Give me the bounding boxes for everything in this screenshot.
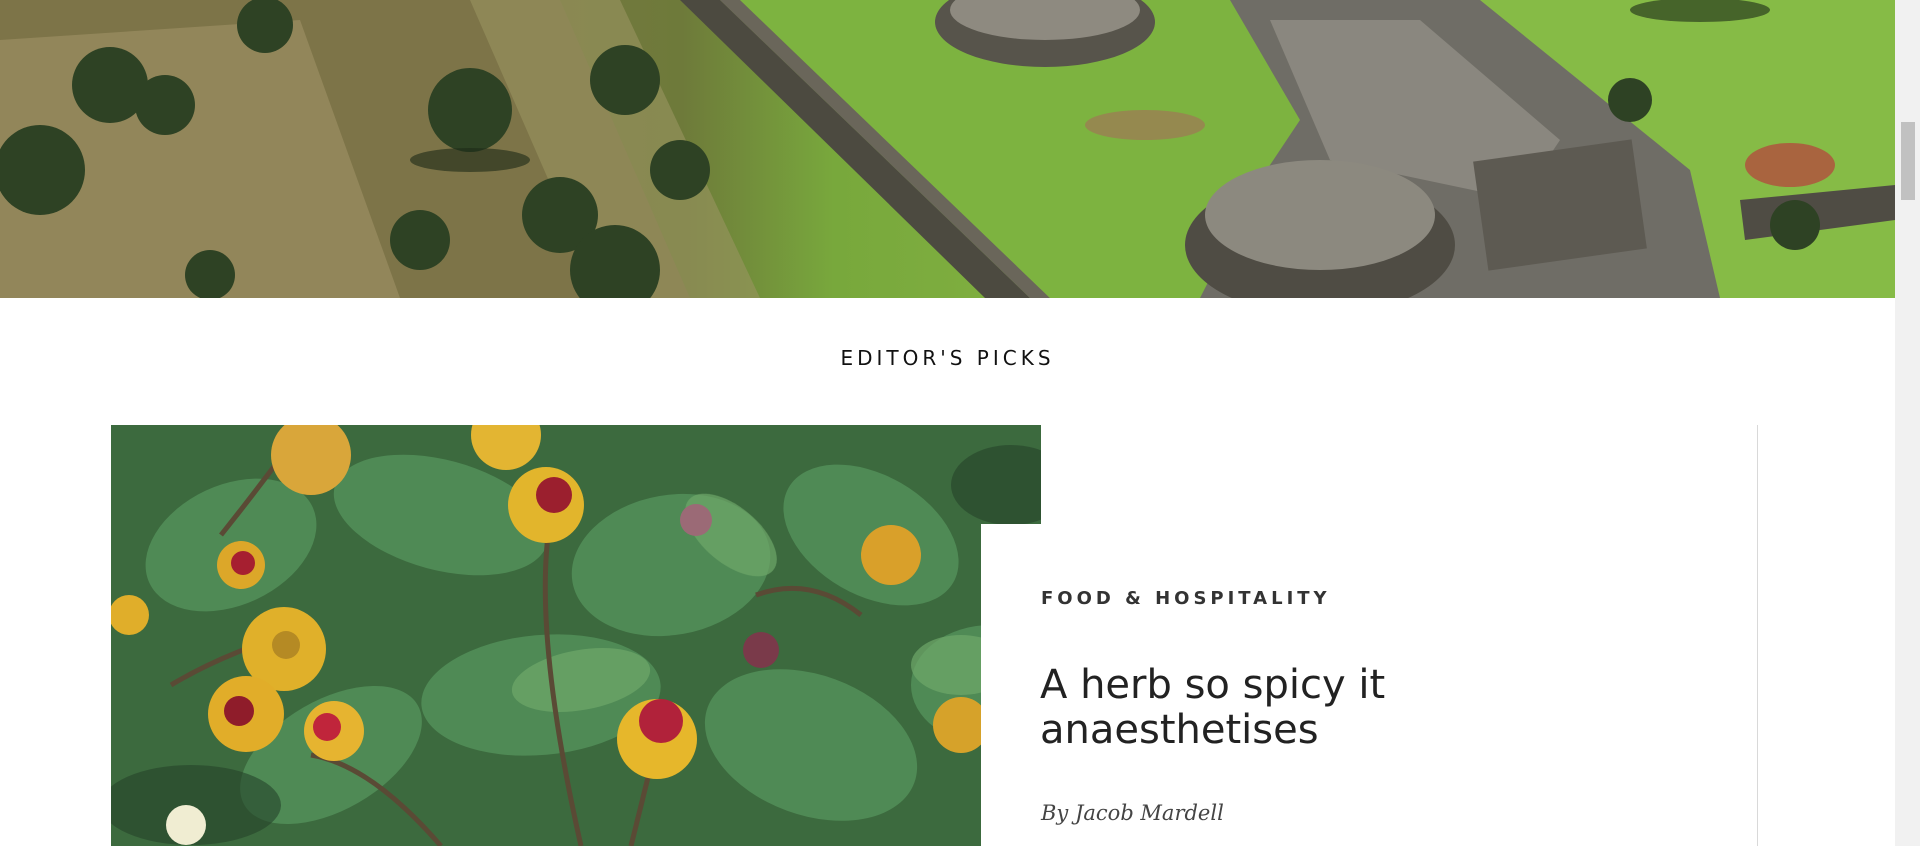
card-category[interactable]: FOOD & HOSPITALITY (1041, 588, 1331, 609)
card-title[interactable]: A herb so spicy it anaesthetises (1040, 663, 1600, 753)
card-byline: By Jacob Mardell (1041, 801, 1224, 825)
section-title: EDITOR'S PICKS (840, 346, 1055, 370)
page-scrollbar[interactable] (1895, 0, 1920, 846)
card-image[interactable] (111, 425, 1041, 846)
hero-image[interactable] (0, 0, 1895, 298)
card-divider (1757, 425, 1758, 846)
aerial-ruins-illustration (0, 0, 1895, 298)
spilanthes-flowers-illustration (111, 425, 1041, 846)
card-panel-notch (981, 524, 1041, 846)
scrollbar-thumb[interactable] (1901, 122, 1915, 200)
